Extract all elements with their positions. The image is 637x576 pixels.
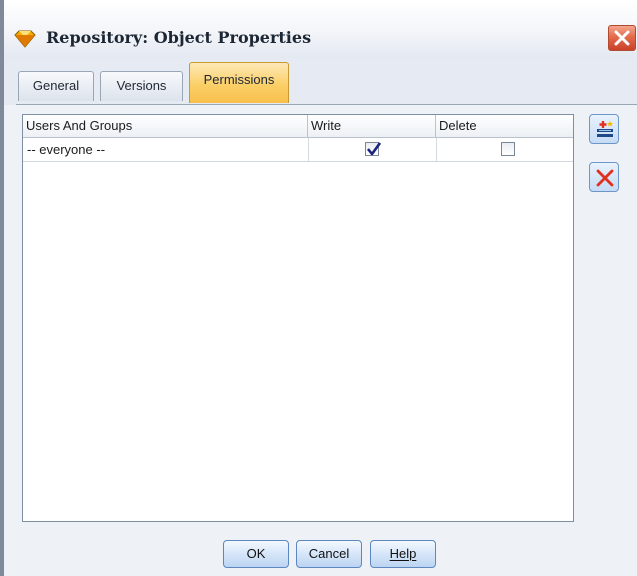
row-divider [23,161,573,162]
help-button-label: Help [389,546,417,561]
delete-x-icon [596,169,614,187]
window-title: Repository: Object Properties [46,28,312,47]
diamond-app-icon [14,30,36,48]
table-row-user[interactable]: -- everyone -- [27,138,105,161]
help-button[interactable]: Help [370,540,436,568]
tab-general[interactable]: General [18,71,94,101]
remove-user-button[interactable] [589,162,619,192]
add-user-icon [597,121,613,137]
column-header-write[interactable]: Write [308,115,436,138]
checkmark-icon [366,142,382,156]
add-user-button[interactable] [589,114,619,144]
tab-versions[interactable]: Versions [100,71,183,101]
column-header-delete[interactable]: Delete [436,115,573,138]
cancel-button[interactable]: Cancel [296,540,362,568]
column-divider [308,138,309,161]
close-button[interactable] [608,25,636,51]
column-divider [436,138,437,161]
properties-dialog: Repository: Object Properties General Ve… [0,0,637,576]
title-bar[interactable]: Repository: Object Properties [4,0,637,58]
column-header-users[interactable]: Users And Groups [23,115,308,138]
write-checkbox[interactable] [365,142,382,156]
ok-button[interactable]: OK [223,540,289,568]
tab-strip: General Versions Permissions [4,58,637,105]
delete-checkbox[interactable] [501,142,515,156]
permissions-table[interactable]: Users And Groups Write Delete -- everyon… [22,114,574,522]
close-icon [614,30,630,46]
tab-divider [16,104,637,105]
tab-permissions[interactable]: Permissions [189,62,289,103]
